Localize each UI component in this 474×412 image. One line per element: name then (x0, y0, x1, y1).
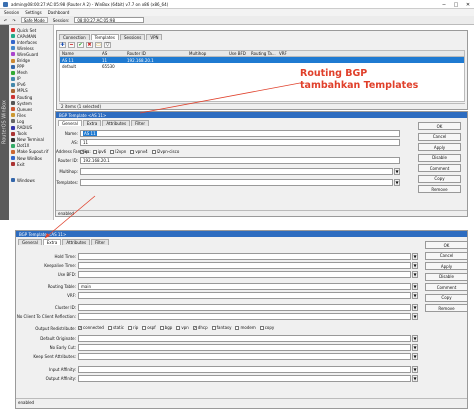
annotation-arrow-head (45, 233, 50, 238)
annotation-arrow-to-templates (139, 82, 301, 114)
annotation-arrow-to-extra (44, 195, 96, 239)
annotation-arrow-hidden (100, 15, 140, 113)
annotation-arrows (44, 15, 301, 239)
